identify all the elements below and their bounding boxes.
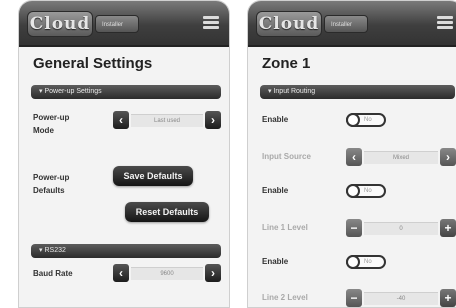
toggle-knob [346,255,360,269]
page-title: Zone 1 [262,55,311,72]
minus-icon[interactable]: − [346,219,362,237]
save-defaults-button[interactable]: Save Defaults [113,166,193,186]
phone-screen-general-settings: Cloud Installer General Settings ▾ Power… [18,0,230,308]
toggle-state-text: No [364,259,372,265]
enable-label-2: Enable [262,186,289,195]
phone-screen-zone-1: Cloud Installer Zone 1 ▾ Input Routing E… [247,0,456,308]
cloud-logo[interactable]: Cloud [27,11,93,37]
line-2-level-label: Line 2 Level [262,293,308,302]
chevron-left-icon[interactable]: ‹ [113,111,129,129]
top-bar: Cloud Installer [248,1,456,47]
section-header-input-routing[interactable]: ▾ Input Routing [260,85,455,99]
enable-toggle-2[interactable]: No [346,184,386,198]
toggle-state-text: No [364,117,372,123]
baud-rate-value: 9600 [131,267,203,280]
power-up-defaults-label: Power-up Defaults [33,173,70,195]
power-up-mode-value: Last used [131,114,203,127]
input-source-value: Mixed [364,151,438,164]
section-header-rs232[interactable]: ▾ RS232 [31,244,221,258]
minus-icon[interactable]: − [346,289,362,307]
chevron-left-icon[interactable]: ‹ [346,148,362,166]
line-1-level-stepper: − 0 + [346,219,456,237]
top-bar: Cloud Installer [19,1,229,47]
input-source-label: Input Source [262,152,311,161]
baud-rate-selector: ‹ 9600 › [113,264,221,282]
enable-toggle-3[interactable]: No [346,255,386,269]
power-up-mode-label: Power-up Mode [33,113,70,135]
line-2-level-stepper: − -40 + [346,289,456,307]
chevron-right-icon[interactable]: › [205,264,221,282]
chevron-right-icon[interactable]: › [205,111,221,129]
baud-rate-label: Baud Rate [33,269,73,278]
toggle-knob [346,184,360,198]
enable-label: Enable [262,115,289,124]
section-label: Input Routing [273,88,316,95]
chevron-right-icon[interactable]: › [440,148,456,166]
line-2-level-value: -40 [364,292,438,305]
enable-toggle[interactable]: No [346,113,386,127]
toggle-state-text: No [364,188,372,194]
line-1-level-label: Line 1 Level [262,223,308,232]
power-up-mode-selector: ‹ Last used › [113,111,221,129]
input-source-selector: ‹ Mixed › [346,148,456,166]
section-label: RS232 [44,247,66,254]
page-title: General Settings [33,55,153,72]
installer-tab[interactable]: Installer [324,15,368,33]
hamburger-menu-icon[interactable] [437,16,453,30]
toggle-knob [346,113,360,127]
chevron-left-icon[interactable]: ‹ [113,264,129,282]
cloud-logo[interactable]: Cloud [256,11,322,37]
section-header-power-up-settings[interactable]: ▾ Power-up Settings [31,85,221,99]
plus-icon[interactable]: + [440,219,456,237]
hamburger-menu-icon[interactable] [203,16,219,30]
installer-tab[interactable]: Installer [95,15,139,33]
enable-label-3: Enable [262,257,289,266]
reset-defaults-button[interactable]: Reset Defaults [125,202,209,222]
line-1-level-value: 0 [364,222,438,235]
plus-icon[interactable]: + [440,289,456,307]
section-label: Power-up Settings [44,88,102,95]
